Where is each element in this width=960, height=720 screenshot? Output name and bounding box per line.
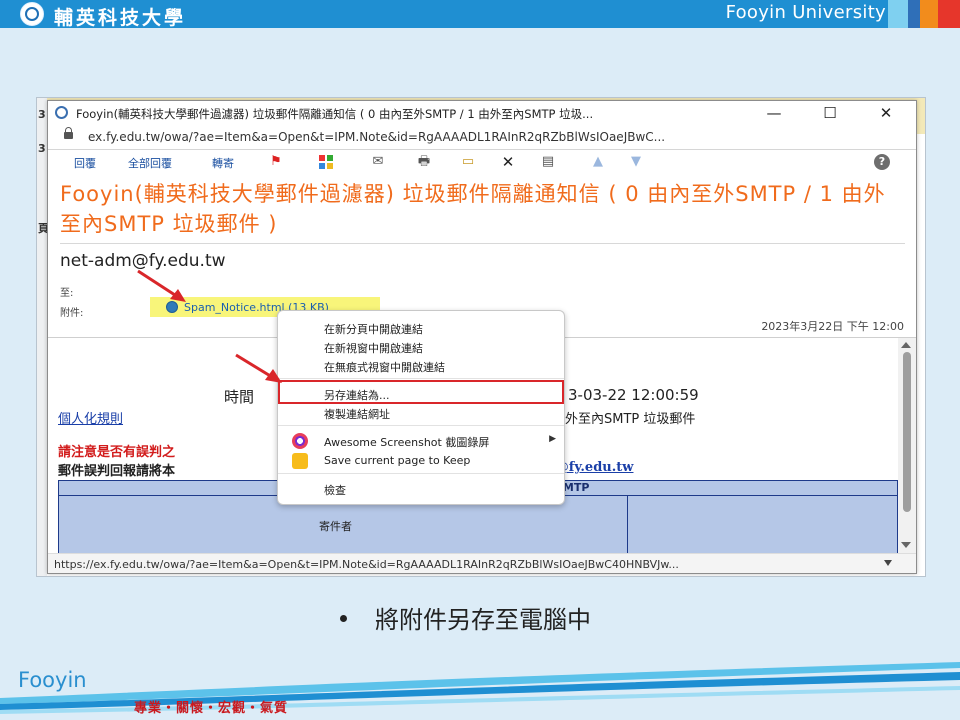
status-bar: https://ex.fy.edu.tw/owa/?ae=Item&a=Open…	[48, 553, 916, 573]
header-stripe	[888, 0, 908, 28]
mail-toolbar: 回覆 全部回覆 轉寄 ⚑ ✉ 🖶 ▭ ✕ ▤ ▲ ▼ ?	[48, 150, 916, 174]
minimize-button[interactable]: —	[752, 102, 796, 124]
delete-icon[interactable]: ✕	[500, 154, 516, 170]
save-link-highlight	[278, 380, 564, 404]
menu-item-label: 檢查	[324, 484, 346, 497]
footer-motto: 專業・關懷・宏觀・氣質	[134, 701, 289, 716]
lock-icon[interactable]	[64, 127, 73, 139]
header-stripe	[920, 0, 938, 28]
menu-item-awesome-screenshot[interactable]: Awesome Screenshot 截圖錄屏 ▶	[278, 432, 564, 450]
view-icon[interactable]: ▤	[540, 154, 556, 170]
print-icon[interactable]: 🖶	[416, 154, 432, 170]
red-arrow-icon	[235, 353, 282, 383]
menu-item-label: Awesome Screenshot 截圖錄屏	[324, 436, 490, 449]
scroll-up-icon[interactable]	[901, 342, 911, 348]
categories-icon[interactable]	[318, 154, 334, 170]
menu-item-open-new-window[interactable]: 在新視窗中開啟連結	[278, 338, 564, 356]
menu-item-copy-link[interactable]: 複製連結網址	[278, 404, 564, 422]
previous-item-icon[interactable]: ▲	[590, 154, 606, 170]
direction-text: 由外至內SMTP 垃圾郵件	[552, 412, 696, 427]
menu-item-inspect[interactable]: 檢查	[278, 480, 564, 498]
reply-all-button[interactable]: 全部回覆	[128, 155, 172, 171]
window-title: Fooyin(輔英科技大學郵件過濾器) 垃圾郵件隔離通知信 ( 0 由內至外SM…	[76, 107, 594, 121]
awesome-screenshot-icon	[292, 433, 308, 449]
background-char: 3	[38, 108, 46, 121]
next-item-icon[interactable]: ▼	[628, 154, 644, 170]
status-url: https://ex.fy.edu.tw/owa/?ae=Item&a=Open…	[54, 558, 679, 571]
mark-read-icon[interactable]: ✉	[370, 154, 386, 170]
slide-header: 輔英科技大學 Fooyin University	[0, 0, 960, 29]
move-folder-icon[interactable]: ▭	[460, 154, 476, 170]
slide-bullet: 將附件另存至電腦中	[340, 600, 591, 635]
message-subject: Fooyin(輔英科技大學郵件過濾器) 垃圾郵件隔離通知信 ( 0 由內至外SM…	[60, 182, 886, 236]
menu-item-open-incognito[interactable]: 在無痕式視窗中開啟連結	[278, 357, 564, 375]
reply-button[interactable]: 回覆	[74, 155, 96, 171]
address-bar[interactable]: ex.fy.edu.tw/owa/?ae=Item&a=Open&t=IPM.N…	[48, 125, 916, 150]
flag-icon[interactable]: ⚑	[268, 154, 284, 170]
window-title-bar[interactable]: Fooyin(輔英科技大學郵件過濾器) 垃圾郵件隔離通知信 ( 0 由內至外SM…	[48, 101, 916, 125]
scrollbar-thumb[interactable]	[903, 352, 911, 512]
red-arrow-icon	[137, 269, 186, 302]
url-text[interactable]: ex.fy.edu.tw/owa/?ae=Item&a=Open&t=IPM.N…	[88, 130, 903, 144]
bullet-text: 將附件另存至電腦中	[375, 606, 591, 634]
report-text: 郵件誤判回報請將本	[58, 464, 176, 479]
header-stripe	[938, 0, 960, 28]
popup-browser-window: Fooyin(輔英科技大學郵件過濾器) 垃圾郵件隔離通知信 ( 0 由內至外SM…	[47, 100, 917, 574]
scroll-down-icon[interactable]	[901, 542, 911, 548]
menu-item-label: 在新視窗中開啟連結	[324, 342, 423, 355]
menu-item-label: 在無痕式視窗中開啟連結	[324, 361, 445, 374]
table-divider	[627, 495, 628, 553]
background-char: 3	[38, 142, 46, 155]
message-date: 2023年3月22日 下午 12:00	[761, 320, 904, 333]
header-divider	[60, 243, 905, 244]
personal-rules-link[interactable]: 個人化規則	[58, 408, 123, 427]
menu-item-label: 複製連結網址	[324, 408, 390, 421]
footer-brand: Fooyin	[18, 668, 87, 692]
scroll-down-icon[interactable]	[884, 560, 892, 566]
to-label: 至:	[60, 288, 74, 299]
notice-text: 請注意是否有誤判之	[58, 445, 176, 460]
menu-item-label: 在新分頁中開啟連結	[324, 323, 423, 336]
maximize-button[interactable]: ☐	[808, 102, 852, 124]
university-seal-icon	[20, 2, 44, 26]
attachment-label: 附件:	[60, 308, 84, 319]
forward-button[interactable]: 轉寄	[212, 155, 234, 171]
vertical-scrollbar[interactable]	[898, 338, 916, 553]
table-column-sender: 寄件者	[319, 520, 352, 533]
close-button[interactable]: ✕	[864, 102, 908, 124]
menu-separator	[278, 425, 564, 426]
site-favicon-icon	[55, 106, 68, 119]
menu-item-label: Save current page to Keep	[324, 454, 471, 467]
time-value: 3-03-22 12:00:59	[568, 386, 699, 404]
submenu-arrow-icon: ▶	[549, 434, 556, 444]
school-name: 輔英科技大學	[54, 7, 187, 29]
menu-item-open-new-tab[interactable]: 在新分頁中開啟連結	[278, 319, 564, 337]
bullet-icon	[340, 614, 347, 622]
background-window-edge: 3 3 頁	[37, 98, 49, 576]
menu-item-save-to-keep[interactable]: Save current page to Keep	[278, 452, 564, 470]
menu-separator	[278, 378, 564, 379]
context-menu: 在新分頁中開啟連結 在新視窗中開啟連結 在無痕式視窗中開啟連結 另存連結為...…	[277, 310, 565, 505]
help-icon[interactable]: ?	[874, 154, 890, 170]
header-stripe	[908, 0, 920, 28]
screenshot-frame: 3 3 頁 Fooyin(輔英科技大學郵件過濾器) 垃圾郵件隔離通知信 ( 0 …	[36, 97, 926, 577]
keep-icon	[292, 453, 308, 469]
university-name-en: Fooyin University	[725, 2, 886, 23]
menu-separator	[278, 473, 564, 474]
